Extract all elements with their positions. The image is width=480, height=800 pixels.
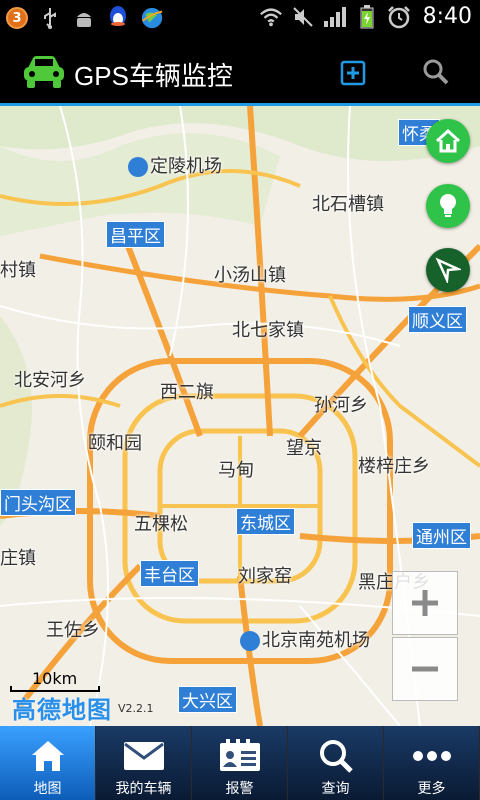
android-icon — [72, 6, 96, 30]
map-label-wangjing: 望京 — [286, 438, 322, 459]
usb-icon — [38, 6, 62, 30]
search-button[interactable] — [422, 58, 450, 86]
map-label-nanyuan: 北京南苑机场 — [240, 626, 370, 652]
map-label-fengtai: 丰台区 — [140, 560, 199, 587]
map-label-wukesong: 五棵松 — [134, 514, 188, 535]
home-icon — [31, 741, 64, 771]
plus-icon — [412, 590, 438, 616]
airport-icon — [128, 157, 148, 177]
add-icon — [340, 60, 366, 86]
zoom-in-button[interactable] — [392, 571, 458, 635]
nav-item-more[interactable]: 更多 — [384, 726, 480, 800]
qq-icon — [106, 6, 130, 30]
map-label-xiaotangshan: 小汤山镇 — [214, 265, 286, 286]
map-label-beishicaozhen: 北石槽镇 — [312, 194, 384, 215]
map-label-changping: 昌平区 — [106, 221, 165, 248]
map-label-sunhe: 孙河乡 — [314, 395, 368, 416]
map-label-zhuang: 庄镇 — [0, 548, 36, 569]
map-label-beianhe: 北安河乡 — [14, 370, 86, 391]
map-label-louzizhuang: 楼梓庄乡 — [358, 456, 430, 477]
map-label-mentougou: 门头沟区 — [0, 489, 76, 516]
add-button[interactable] — [340, 60, 366, 86]
navigate-icon — [435, 257, 461, 283]
car-icon — [22, 54, 66, 94]
home-icon — [435, 129, 461, 153]
map-label-dongcheng: 东城区 — [236, 508, 295, 535]
more-icon — [412, 751, 451, 761]
map-label-yiheyuan: 颐和园 — [88, 433, 142, 454]
clock: 8:40 — [422, 4, 472, 29]
map-label-daxing: 大兴区 — [178, 686, 237, 713]
nav-label: 更多 — [417, 781, 446, 797]
nav-label: 我的车辆 — [115, 781, 172, 797]
map-label-tongzhou: 通州区 — [412, 522, 471, 549]
map-label-madian: 马甸 — [218, 460, 254, 481]
search-icon — [319, 740, 353, 773]
nav-item-map[interactable]: 地图 — [0, 726, 96, 800]
version-label: V2.2.1 — [118, 702, 154, 715]
nav-label: 报警 — [225, 781, 254, 797]
nav-item-my-vehicles[interactable]: 我的车辆 — [96, 726, 192, 800]
map-view[interactable]: 怀柔 定陵机场 北石槽镇 昌平区 村镇 小汤山镇 顺义区 北七家镇 北安河乡 西… — [0, 106, 480, 726]
app-header: GPS车辆监控 — [0, 38, 480, 106]
map-label-dingling: 定陵机场 — [128, 152, 222, 178]
nav-label: 地图 — [33, 781, 62, 797]
map-label-liujiayao: 刘家窑 — [238, 566, 292, 587]
minus-icon — [412, 666, 438, 672]
nav-label: 查询 — [321, 781, 350, 797]
nav-item-query[interactable]: 查询 — [288, 726, 384, 800]
mail-icon — [123, 742, 164, 770]
nav-item-alarm[interactable]: 报警 — [192, 726, 288, 800]
home-button[interactable] — [426, 119, 470, 163]
mute-icon — [291, 5, 315, 29]
alarm-icon — [387, 5, 411, 29]
locate-button[interactable] — [426, 248, 470, 292]
globe-icon — [140, 6, 164, 30]
map-label-cunzhen: 村镇 — [0, 260, 36, 281]
scale-bar: 10km — [10, 669, 100, 692]
map-label-beiqijia: 北七家镇 — [232, 320, 304, 341]
contact-card-icon — [219, 739, 260, 771]
map-provider-logo: 高德地图 — [12, 696, 112, 724]
bottom-nav: 地图 我的车辆 报警 查询 更多 — [0, 726, 480, 800]
airport-icon — [240, 631, 260, 651]
wifi-icon — [259, 5, 283, 29]
search-icon — [423, 59, 449, 85]
battery-charging-icon — [355, 4, 379, 29]
zoom-out-button[interactable] — [392, 637, 458, 701]
traffic-toggle-button[interactable] — [426, 184, 470, 228]
notification-badge: 3 — [6, 7, 28, 29]
lightbulb-icon — [440, 194, 456, 217]
signal-icon — [323, 5, 347, 29]
map-label-shunyi: 顺义区 — [408, 306, 467, 333]
map-label-wangzuo: 王佐乡 — [46, 620, 100, 641]
map-label-xierqi: 西二旗 — [160, 382, 214, 403]
page-title: GPS车辆监控 — [74, 61, 233, 91]
status-bar: 3 8:40 — [0, 0, 480, 38]
